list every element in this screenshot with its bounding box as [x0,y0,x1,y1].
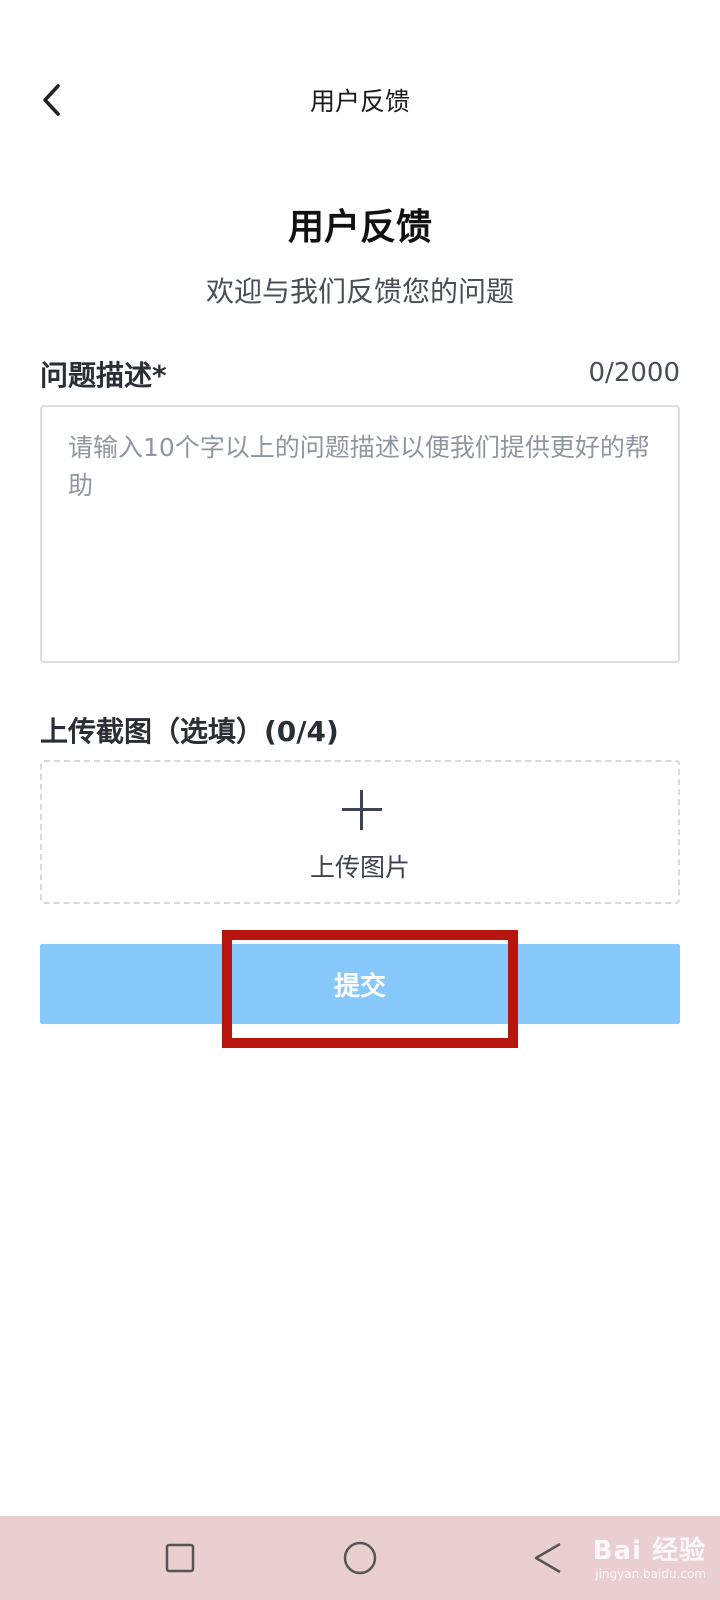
upload-image-button[interactable]: 上传图片 [40,760,680,904]
description-label: 问题描述* [40,359,167,392]
status-bar [0,0,720,40]
system-back-button[interactable] [524,1534,572,1582]
recent-apps-button[interactable] [156,1534,204,1582]
upload-label: 上传截图（选填）(0/4) [40,715,339,748]
description-input[interactable] [40,405,680,663]
description-char-count: 0/2000 [588,358,680,388]
watermark-url: jingyan.baidu.com [595,1567,706,1581]
page-subtitle: 欢迎与我们反馈您的问题 [205,275,514,308]
submit-button[interactable]: 提交 [40,944,680,1024]
watermark: Bai 经验 jingyan.baidu.com [593,1530,706,1581]
home-button[interactable] [336,1534,384,1582]
square-icon [165,1543,195,1573]
watermark-text: Bai 经验 [592,1536,706,1566]
triangle-back-icon [534,1542,561,1574]
page-title: 用户反馈 [287,207,432,248]
circle-icon [343,1541,377,1575]
header-title: 用户反馈 [309,87,410,116]
top-bar: 用户反馈 [0,60,720,144]
upload-image-text: 上传图片 [309,853,410,882]
navigation-bar: Bai 经验 jingyan.baidu.com [0,1516,720,1600]
plus-icon [342,790,382,830]
